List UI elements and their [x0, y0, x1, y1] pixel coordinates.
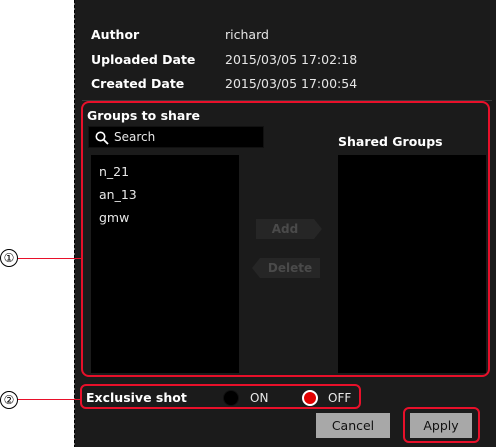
group-share-highlight-box	[81, 101, 490, 377]
callout-leader-line-2	[18, 399, 80, 400]
cancel-button[interactable]: Cancel	[316, 413, 390, 438]
author-label: Author	[91, 27, 140, 42]
created-date-label: Created Date	[91, 76, 185, 91]
callout-number-2: ②	[0, 391, 18, 409]
apply-highlight-box	[403, 407, 480, 443]
exclusive-shot-highlight-box	[80, 384, 361, 409]
callout-number-1: ①	[0, 249, 18, 267]
callout-leader-line-1	[18, 258, 82, 259]
author-value: richard	[225, 27, 269, 42]
uploaded-date-label: Uploaded Date	[91, 52, 196, 67]
uploaded-date-value: 2015/03/05 17:02:18	[225, 52, 358, 67]
created-date-value: 2015/03/05 17:00:54	[225, 76, 358, 91]
